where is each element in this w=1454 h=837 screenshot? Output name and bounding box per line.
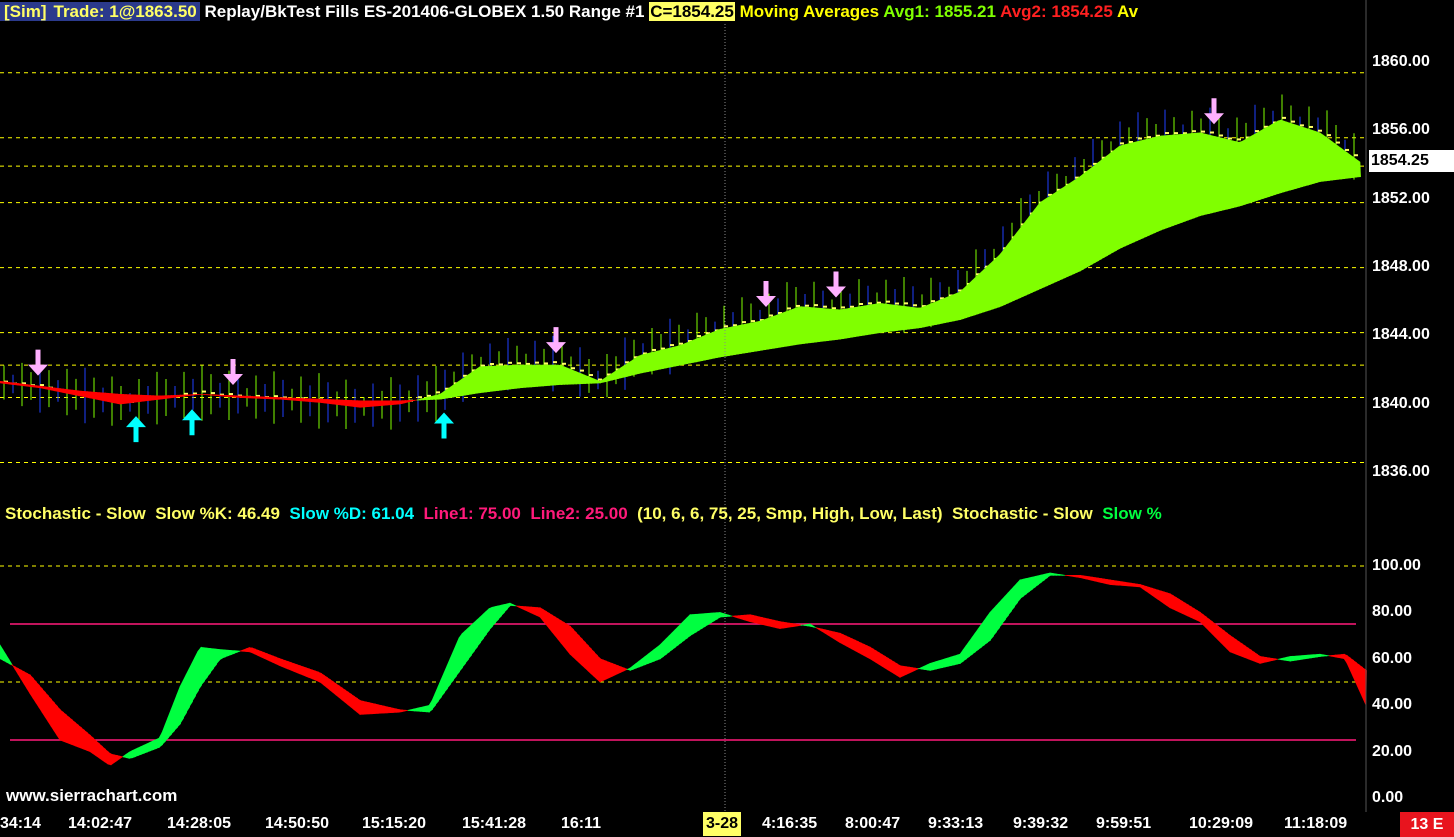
time-label: 11:18:09: [1284, 815, 1348, 832]
stochastic-name-2: Stochastic - Slow: [952, 504, 1093, 523]
time-label: 15:41:28: [462, 815, 527, 832]
buy-arrow-icon: [434, 412, 454, 439]
date-label: 3-28: [703, 812, 742, 836]
sell-arrow-icon: [826, 271, 846, 298]
time-label: 4:16:35: [762, 815, 818, 832]
slow-d-value: Slow %D: 61.04: [289, 504, 415, 523]
time-label: 14:28:05: [167, 815, 232, 832]
stochastic-name: Stochastic - Slow: [5, 504, 146, 523]
time-label: 34:14: [0, 815, 41, 832]
buy-arrow-icon: [126, 416, 146, 443]
sell-arrow-icon: [756, 281, 776, 308]
time-label: 14:50:50: [265, 815, 330, 832]
time-label: 14:02:47: [68, 815, 133, 832]
stochastic-params: (10, 6, 6, 75, 25, Smp, High, Low, Last): [637, 504, 943, 523]
close-value: C=1854.25: [649, 2, 735, 21]
avg2-value: Avg2: 1854.25: [1000, 2, 1113, 21]
ma-ribbon-segment: [1358, 160, 1361, 178]
sim-mode-badge[interactable]: [Sim]: [0, 2, 50, 21]
stoch-tick: 60.00: [1372, 650, 1413, 667]
sell-arrow-icon: [28, 349, 48, 376]
moving-average-ribbon: [0, 119, 1361, 408]
stoch-tick: 20.00: [1372, 743, 1413, 760]
stochastic-axis[interactable]: 100.00 80.00 60.00 40.00 20.00 0.00: [1368, 0, 1454, 812]
time-label: 15:15:20: [362, 815, 427, 832]
avg1-value: Avg1: 1855.21: [883, 2, 996, 21]
chart-header: [Sim] Trade: 1@1863.50 Replay/BkTest Fill…: [0, 0, 1366, 24]
stoch-tick: 0.00: [1372, 789, 1404, 806]
time-label: 10:29:09: [1189, 815, 1254, 832]
study-name: Moving Averages: [739, 2, 880, 21]
avg3-value: Av: [1116, 2, 1139, 21]
website-link[interactable]: www.sierrachart.com: [6, 786, 177, 806]
stoch-tick: 80.00: [1372, 603, 1413, 620]
chart-title: Replay/BkTest Fills ES-201406-GLOBEX 1.5…: [204, 2, 645, 21]
time-label: 8:00:47: [845, 815, 901, 832]
time-label: 9:39:32: [1013, 815, 1069, 832]
time-label: 16:11: [561, 815, 602, 832]
line2-value: Line2: 25.00: [530, 504, 628, 523]
slow-k-value: Slow %K: 46.49: [155, 504, 280, 523]
stoch-tick: 40.00: [1372, 696, 1413, 713]
buy-arrow-icon: [182, 409, 202, 436]
stochastic-ribbon: [0, 572, 1367, 766]
line1-value: Line1: 75.00: [423, 504, 521, 523]
stochastic-header: Stochastic - Slow Slow %K: 46.49 Slow %D…: [5, 502, 1367, 526]
corner-indicator[interactable]: 13 E: [1400, 812, 1454, 837]
time-label: 9:33:13: [928, 815, 984, 832]
price-gridlines: [0, 72, 1366, 464]
sell-arrow-icon: [546, 327, 566, 354]
slow-k-value-2: Slow %: [1102, 504, 1162, 523]
chart-canvas: [0, 0, 1367, 812]
sell-arrow-icon: [223, 358, 243, 385]
stoch-tick: 100.00: [1372, 557, 1421, 574]
sell-arrow-icon: [1204, 98, 1224, 125]
trade-position[interactable]: Trade: 1@1863.50: [49, 2, 200, 21]
time-label: 9:59:51: [1096, 815, 1152, 832]
